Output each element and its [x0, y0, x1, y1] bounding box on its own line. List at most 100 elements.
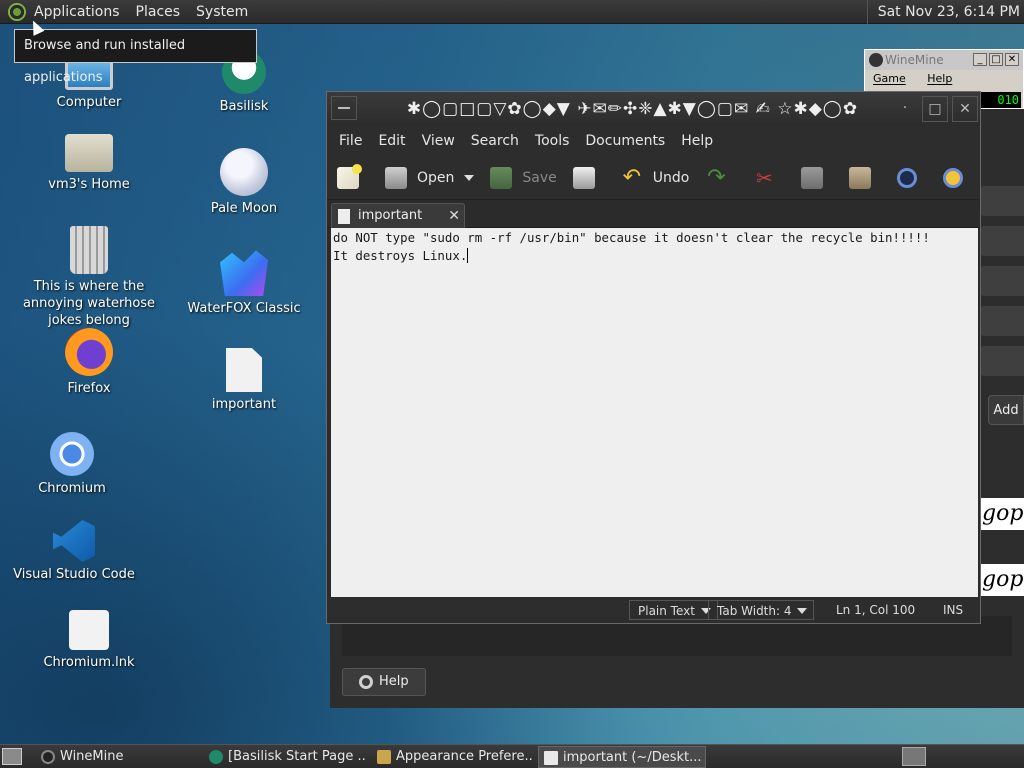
replace-button[interactable]: [943, 167, 973, 188]
tab-stripe[interactable]: [980, 306, 1024, 336]
desktop-icon-label: Chromium.lnk: [43, 655, 135, 670]
desktop-icon-firefox[interactable]: Firefox: [14, 328, 164, 397]
basilisk-icon: [209, 750, 223, 764]
gedit-titlebar[interactable]: ✱◯▢□▢▽✿◯◆▼ ✈✉✏✣❈▲✱▼◯▢✉ ✍ ☆✱◆◯✿ · □ ✕: [327, 92, 980, 126]
palemoon-icon: [220, 148, 268, 196]
help-button[interactable]: Help: [342, 668, 426, 696]
maximize-button[interactable]: □: [989, 53, 1003, 66]
add-button[interactable]: Add: [988, 395, 1024, 425]
winemine-menubar: Game Help: [865, 70, 1023, 88]
distro-logo-icon[interactable]: [8, 2, 26, 21]
open-recent-dropdown-icon[interactable]: [464, 174, 475, 181]
mine-icon: [869, 53, 883, 67]
syntax-selector[interactable]: Plain Text: [629, 600, 718, 620]
minimize-button[interactable]: _: [973, 53, 987, 66]
menu-edit[interactable]: Edit: [370, 133, 413, 149]
save-icon: [490, 166, 513, 189]
find-button[interactable]: [897, 167, 927, 188]
menu-documents[interactable]: Documents: [577, 133, 673, 149]
close-button[interactable]: ✕: [1005, 53, 1019, 66]
home-folder-icon: [65, 134, 113, 172]
tab-stripe[interactable]: [980, 266, 1024, 296]
mine-icon: [41, 750, 55, 764]
bottom-panel: WineMine [Basilisk Start Page ... Appear…: [0, 744, 1024, 768]
applications-menu[interactable]: Applications: [26, 0, 128, 24]
search-icon: [897, 167, 918, 188]
system-menu[interactable]: System: [188, 0, 256, 24]
tab-stripe[interactable]: [980, 226, 1024, 256]
menu-tools[interactable]: Tools: [527, 133, 578, 149]
text-file-icon: [338, 209, 350, 224]
window-menu-button[interactable]: [331, 96, 357, 120]
taskbar-label: [Basilisk Start Page ...: [228, 749, 366, 764]
save-label: Save: [522, 169, 557, 186]
desktop-icon-home[interactable]: vm3's Home: [14, 126, 164, 193]
taskbar-item-basilisk[interactable]: [Basilisk Start Page ...: [204, 746, 366, 768]
text-editor-icon: [544, 751, 558, 765]
undo-button[interactable]: ↶ Undo: [621, 166, 690, 189]
trash-icon: [70, 226, 108, 274]
close-tab-icon[interactable]: ✕: [448, 204, 460, 228]
tab-width-selector[interactable]: Tab Width: 4: [708, 600, 815, 620]
font-sample: gop: [980, 564, 1024, 596]
paste-button[interactable]: [849, 166, 881, 189]
copy-button[interactable]: [801, 166, 833, 189]
help-icon: [359, 675, 373, 689]
close-button[interactable]: ✕: [952, 96, 978, 122]
print-button[interactable]: [572, 166, 605, 189]
tab-stripe[interactable]: [980, 346, 1024, 376]
desktop-icon-important[interactable]: important: [169, 348, 319, 413]
workspace-switcher[interactable]: [902, 747, 926, 766]
desktop-icon-trash[interactable]: This is where the annoying waterhose jok…: [14, 226, 164, 329]
tab-stripe[interactable]: [980, 186, 1024, 216]
clock[interactable]: Sat Nov 23, 6:14 PM: [866, 0, 1024, 24]
desktop-icon-palemoon[interactable]: Pale Moon: [169, 148, 319, 217]
text-editor-area[interactable]: do NOT type "sudo rm -rf /usr/bin" becau…: [331, 228, 978, 598]
taskbar-item-important[interactable]: important (~/Deskt...: [538, 746, 706, 768]
document-tabbar: important ✕: [327, 200, 980, 229]
save-button[interactable]: Save: [490, 166, 557, 189]
desktop-icon-waterfox[interactable]: WaterFOX Classic: [169, 248, 319, 317]
menu-file[interactable]: File: [331, 133, 370, 149]
desktop-icon-label: Pale Moon: [210, 201, 278, 216]
desktop-icon-label: Visual Studio Code: [13, 567, 135, 582]
places-menu[interactable]: Places: [128, 0, 189, 24]
appearance-icon: [377, 750, 391, 764]
cursor-position: Ln 1, Col 100: [836, 603, 916, 617]
taskbar-label: WineMine: [60, 749, 124, 764]
menu-help[interactable]: Help: [673, 133, 721, 149]
applications-tooltip: Browse and run installed applications: [14, 29, 257, 85]
desktop-icon-chromium[interactable]: Chromium: [0, 432, 147, 497]
window-title: ✱◯▢□▢▽✿◯◆▼ ✈✉✏✣❈▲✱▼◯▢✉ ✍ ☆✱◆◯✿: [406, 99, 859, 119]
minimize-button[interactable]: ·: [892, 96, 918, 122]
editor-line: It destroys Linux.: [333, 248, 468, 263]
menu-view[interactable]: View: [414, 133, 463, 149]
menu-search[interactable]: Search: [463, 133, 527, 149]
cut-icon: ✂: [755, 165, 773, 190]
desktop-icon-chromium-lnk[interactable]: Chromium.lnk: [14, 610, 164, 671]
text-caret: [467, 248, 469, 263]
show-desktop-icon[interactable]: [2, 748, 22, 765]
redo-button[interactable]: ↷: [705, 166, 737, 189]
help-menu[interactable]: Help: [927, 72, 952, 85]
maximize-button[interactable]: □: [922, 96, 948, 122]
top-panel: Applications Places System Sat Nov 23, 6…: [0, 0, 1024, 24]
taskbar-item-winemine[interactable]: WineMine: [36, 746, 196, 768]
desktop-icon-label: This is where the annoying waterhose jok…: [22, 279, 156, 328]
insert-mode: INS: [943, 603, 964, 617]
game-menu[interactable]: Game: [873, 72, 906, 85]
find-replace-icon: [943, 167, 964, 188]
gedit-toolbar: Open Save ↶ Undo ↷ ✂: [327, 156, 980, 200]
shortcut-icon: [69, 610, 109, 650]
desktop-icon-label: vm3's Home: [48, 177, 130, 192]
taskbar-label: important (~/Deskt...: [563, 750, 702, 765]
winemine-titlebar[interactable]: WineMine _ □ ✕: [865, 50, 1023, 70]
cut-button[interactable]: ✂: [753, 167, 785, 189]
tab-important[interactable]: important ✕: [331, 203, 465, 229]
chromium-icon: [50, 432, 94, 476]
new-button[interactable]: [337, 163, 369, 189]
desktop-icon-label: Computer: [56, 95, 122, 110]
open-button[interactable]: Open: [385, 166, 454, 189]
taskbar-item-appearance[interactable]: Appearance Prefere...: [372, 746, 534, 768]
desktop-icon-vscode[interactable]: Visual Studio Code: [0, 520, 149, 583]
